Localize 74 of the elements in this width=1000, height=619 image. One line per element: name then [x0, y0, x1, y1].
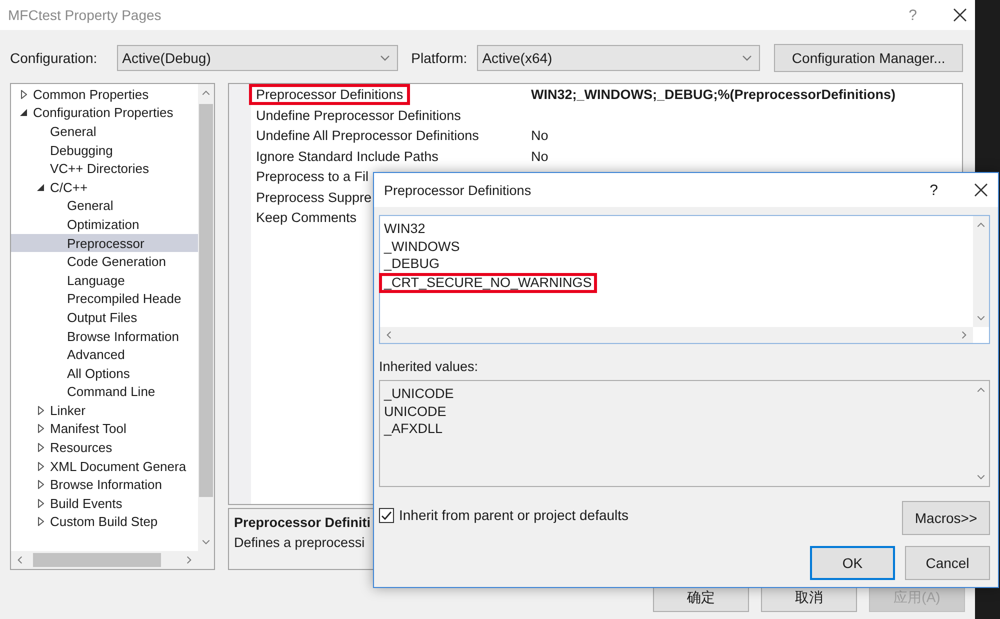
property-name[interactable]: Ignore Standard Include Paths	[249, 146, 446, 166]
tree-item[interactable]: Command Line	[11, 382, 198, 402]
tree-item[interactable]: Optimization	[11, 215, 198, 234]
tree-item[interactable]: General	[11, 122, 198, 141]
inherited-label: Inherited values:	[379, 359, 480, 374]
configuration-manager-button[interactable]: Configuration Manager...	[774, 44, 963, 72]
expand-triangle-icon[interactable]	[20, 90, 26, 99]
definitions-field[interactable]: WIN32 _WINDOWS _DEBUG _CRT_SECURE_NO_WARNINGS	[379, 215, 990, 344]
tree-item[interactable]: C/C++	[11, 178, 198, 197]
property-name[interactable]: Undefine Preprocessor Definitions	[249, 104, 468, 126]
scroll-down-icon[interactable]	[976, 472, 986, 482]
tree-item[interactable]: Debugging	[11, 140, 198, 160]
platform-dropdown[interactable]: Active(x64)	[477, 45, 760, 71]
tree-item[interactable]: General	[11, 196, 198, 216]
property-value[interactable]: No	[531, 128, 548, 143]
tree-item[interactable]: Custom Build Step	[11, 512, 198, 532]
scroll-right-icon[interactable]	[184, 555, 194, 565]
checkbox[interactable]	[379, 508, 394, 522]
tree-item[interactable]: Linker	[11, 401, 198, 420]
dialog-button[interactable]: OK	[810, 546, 895, 580]
tree-item[interactable]: Browse Information	[11, 326, 198, 346]
checkbox-label[interactable]: Inherit from parent or project defaults	[399, 507, 629, 523]
window-title: MFCtest Property Pages	[8, 7, 162, 23]
property-value[interactable]: WIN32;_WINDOWS;_DEBUG;%(PreprocessorDefinitions)	[531, 87, 896, 102]
macros-button[interactable]: Macros>>	[902, 501, 990, 535]
tree-item[interactable]: Configuration Properties	[11, 104, 198, 122]
description-title: Preprocessor Definiti	[234, 514, 371, 532]
tree-item[interactable]: Precompiled Heade	[11, 290, 198, 308]
tree-item[interactable]: Output Files	[11, 308, 198, 327]
property-name[interactable]: Preprocess to a Fil	[249, 166, 376, 187]
collapse-triangle-icon[interactable]	[37, 184, 44, 191]
close-icon[interactable]	[953, 8, 967, 22]
inherited-value: _UNICODE	[384, 385, 454, 402]
scroll-down-icon[interactable]	[201, 537, 211, 547]
configuration-label: Configuration:	[10, 50, 98, 66]
platform-label: Platform:	[411, 50, 468, 66]
tree-item[interactable]: Preprocessor	[11, 234, 198, 252]
definition-line: _DEBUG	[384, 255, 440, 272]
tree-item[interactable]: Common Properties	[11, 85, 198, 104]
tree-item[interactable]: Resources	[11, 438, 198, 457]
property-value[interactable]: No	[531, 148, 548, 164]
collapse-triangle-icon[interactable]	[20, 109, 27, 116]
scroll-up-icon[interactable]	[976, 220, 986, 230]
tree-item[interactable]: Build Events	[11, 494, 198, 513]
tree-item[interactable]: Advanced	[11, 345, 198, 364]
horizontal-scrollbar[interactable]	[11, 551, 198, 569]
tree-item[interactable]: Manifest Tool	[11, 420, 198, 438]
tree-item[interactable]: XML Document Genera	[11, 456, 198, 476]
scroll-left-icon[interactable]	[15, 555, 25, 565]
tree-item[interactable]: Language	[11, 270, 198, 290]
definition-line: WIN32	[384, 220, 426, 238]
scroll-down-icon[interactable]	[976, 313, 986, 323]
definition-line: _WINDOWS	[384, 238, 460, 255]
vertical-scrollbar[interactable]	[198, 84, 214, 551]
scroll-up-icon[interactable]	[201, 88, 211, 98]
inherited-value: UNICODE	[384, 402, 446, 420]
help-button[interactable]: ?	[908, 6, 917, 24]
description-text: Defines a preprocessi	[234, 534, 365, 552]
tree-item[interactable]: Browse Information	[11, 475, 198, 494]
configuration-dropdown[interactable]: Active(Debug)	[117, 45, 398, 71]
inherited-value: _AFXDLL	[384, 420, 443, 438]
property-name[interactable]: Preprocessor Definitions	[249, 84, 410, 105]
help-button[interactable]: ?	[930, 182, 938, 198]
scroll-right-icon[interactable]	[959, 330, 969, 340]
tree-item[interactable]: Code Generation	[11, 252, 198, 271]
scroll-up-icon[interactable]	[976, 385, 986, 395]
property-name[interactable]: Undefine All Preprocessor Definitions	[249, 125, 486, 146]
dialog-button[interactable]: Cancel	[905, 546, 990, 580]
close-icon[interactable]	[974, 183, 988, 197]
property-name[interactable]: Keep Comments	[249, 207, 364, 228]
dialog-title: Preprocessor Definitions	[384, 182, 532, 198]
tree-item[interactable]: All Options	[11, 364, 198, 382]
tree-item[interactable]: VC++ Directories	[11, 159, 198, 178]
scroll-left-icon[interactable]	[384, 330, 394, 340]
